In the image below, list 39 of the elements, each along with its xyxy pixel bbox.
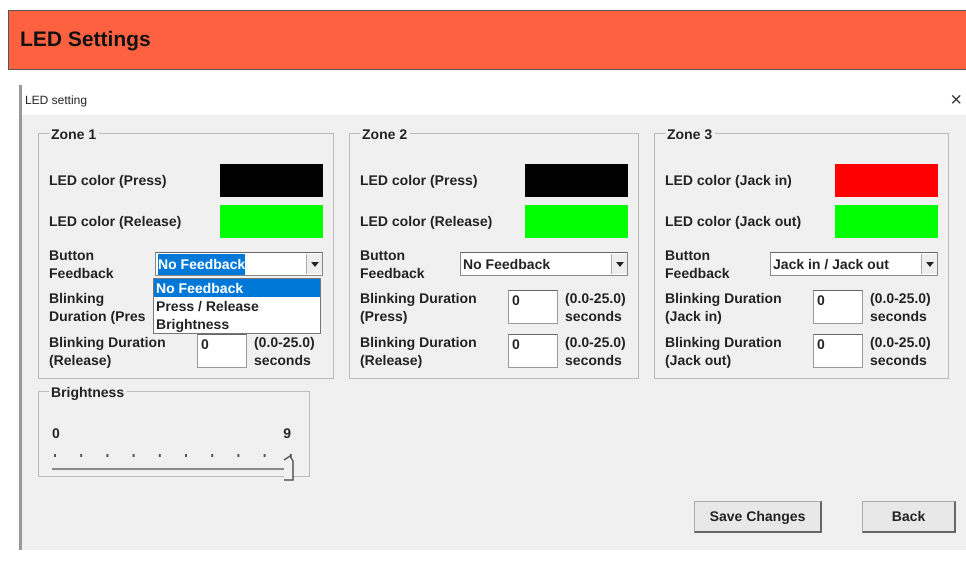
- range-hint: (0.0-25.0) seconds: [870, 332, 931, 370]
- duration-label: Blinking Duration (Jack in): [665, 288, 783, 326]
- duration-field[interactable]: 0: [508, 334, 558, 368]
- dropdown-option[interactable]: Brightness: [154, 315, 320, 333]
- duration-field[interactable]: 0: [813, 290, 863, 324]
- color-label: LED color (Release): [360, 212, 492, 231]
- color-label: LED color (Jack in): [665, 171, 792, 190]
- feedback-label: Button Feedback: [360, 246, 426, 282]
- duration-field[interactable]: 0: [508, 290, 558, 324]
- color-label: LED color (Press): [360, 171, 478, 190]
- group-title: Brightness: [49, 384, 128, 401]
- feedback-dropdown[interactable]: Jack in / Jack out: [770, 252, 938, 276]
- min-label: 0: [52, 424, 60, 442]
- duration-label: Blinking Duration (Release): [49, 332, 167, 370]
- color-label: LED color (Jack out): [665, 212, 802, 231]
- range-hint: (0.0-25.0) seconds: [565, 288, 626, 326]
- dropdown-option[interactable]: Press / Release: [154, 297, 320, 315]
- save-button[interactable]: Save Changes: [694, 501, 822, 533]
- duration-label: Blinking Duration (Pres: [49, 288, 146, 326]
- page-title: LED Settings: [20, 27, 151, 54]
- color-label: LED color (Press): [49, 171, 166, 190]
- duration-field[interactable]: 0: [197, 334, 247, 368]
- range-hint: (0.0-25.0) seconds: [870, 288, 931, 326]
- max-label: 9: [283, 424, 291, 442]
- dialog-title: LED setting: [25, 92, 88, 109]
- color-label: LED color (Release): [49, 212, 182, 231]
- back-button[interactable]: Back: [862, 501, 956, 533]
- feedback-label: Button Feedback: [665, 246, 731, 282]
- close-button[interactable]: ×: [950, 90, 962, 110]
- range-hint: (0.0-25.0) seconds: [254, 332, 315, 370]
- duration-label: Blinking Duration (Release): [360, 332, 478, 370]
- feedback-label: Button Feedback: [49, 246, 115, 282]
- duration-label: Blinking Duration (Jack out): [665, 332, 783, 370]
- duration-field[interactable]: 0: [813, 334, 863, 368]
- feedback-dropdown[interactable]: No Feedback: [460, 252, 628, 276]
- range-hint: (0.0-25.0) seconds: [565, 332, 626, 370]
- feedback-dropdown[interactable]: No Feedback: [155, 252, 323, 276]
- dropdown-option[interactable]: No Feedback: [154, 279, 320, 297]
- duration-label: Blinking Duration (Press): [360, 288, 478, 326]
